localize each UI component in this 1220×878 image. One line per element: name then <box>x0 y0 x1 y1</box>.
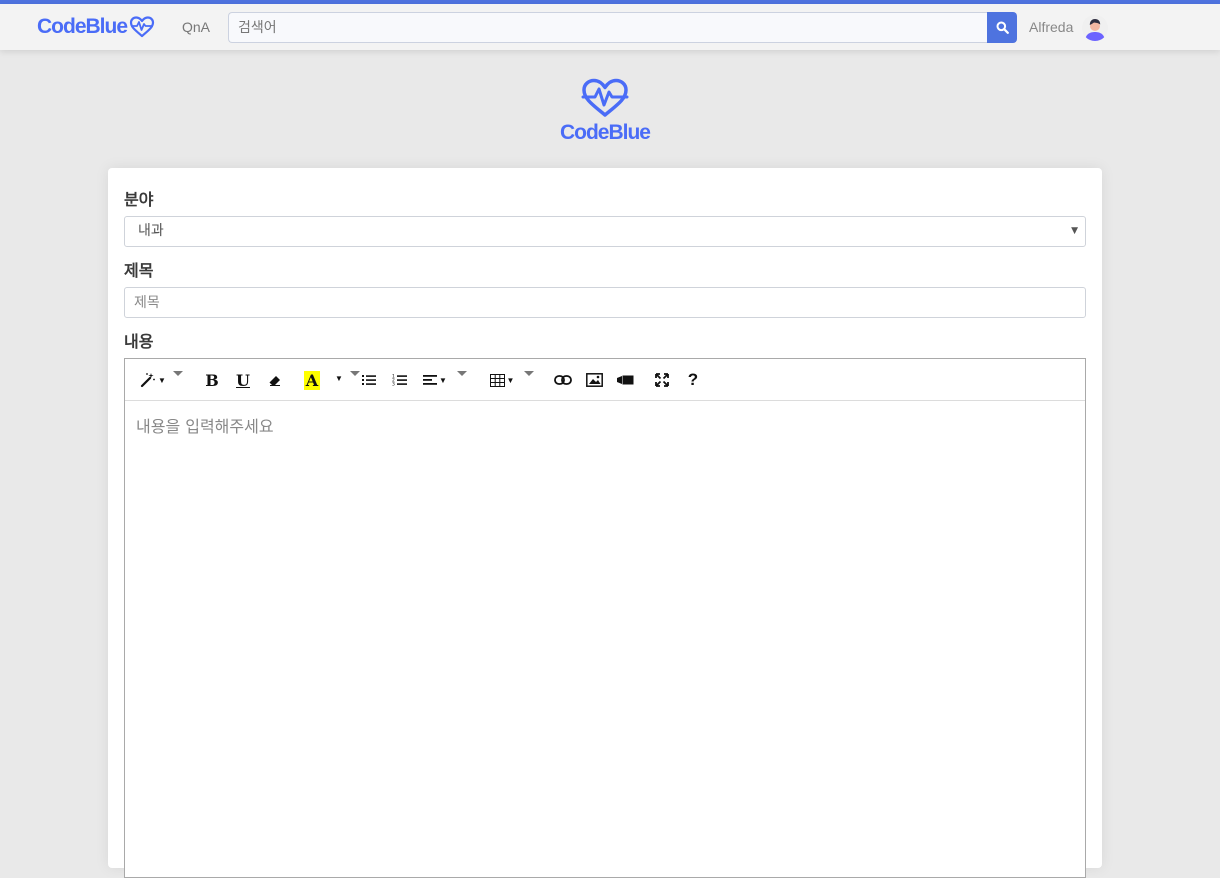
title-input[interactable] <box>124 287 1086 318</box>
fullscreen-icon <box>655 373 669 387</box>
underline-button[interactable]: U <box>234 369 252 391</box>
ordered-list-button[interactable]: 1 2 3 <box>391 369 409 391</box>
style-button[interactable]: ▼ <box>137 369 169 391</box>
table-icon <box>489 373 505 387</box>
brand-logo-link[interactable]: CodeBlue <box>37 15 155 39</box>
heartbeat-icon <box>129 16 155 38</box>
user-name[interactable]: Alfreda <box>1029 19 1073 35</box>
table-button[interactable]: ▼ <box>487 369 517 391</box>
bullet-list-icon <box>362 375 376 385</box>
nav-link-qna[interactable]: QnA <box>182 19 210 35</box>
highlight-text-icon: A <box>303 370 321 390</box>
search-button[interactable] <box>987 12 1017 43</box>
help-button[interactable]: ? <box>683 369 703 391</box>
chevron-down-icon: ▼ <box>506 375 515 385</box>
highlight-color-button[interactable]: A <box>303 369 321 391</box>
fullscreen-button[interactable] <box>652 369 672 391</box>
image-icon <box>585 373 603 387</box>
heartbeat-logo-icon <box>581 78 629 117</box>
clear-format-button[interactable] <box>266 369 284 391</box>
category-select[interactable]: 내과 ▼ <box>124 216 1086 247</box>
search-bar <box>228 12 1017 43</box>
category-label: 분야 <box>124 190 154 209</box>
align-button[interactable]: ▼ <box>421 369 449 391</box>
editor-toolbar: ▼ B U A ▼ 1 2 3 ▼ ▼ ? <box>125 359 1085 401</box>
dropdown-arrow-icon[interactable] <box>350 371 360 376</box>
chevron-down-icon: ▼ <box>439 375 447 385</box>
navbar: CodeBlue QnA Alfreda <box>0 4 1220 50</box>
unordered-list-button[interactable] <box>360 369 378 391</box>
title-label: 제목 <box>124 261 154 280</box>
insert-image-button[interactable] <box>584 369 604 391</box>
magic-wand-icon <box>140 373 155 388</box>
video-icon <box>616 375 633 385</box>
search-input[interactable] <box>228 12 987 43</box>
bold-button[interactable]: B <box>203 369 221 391</box>
editor-content-area[interactable]: 내용을 입력해주세요 <box>136 413 274 437</box>
numbered-list-icon: 1 2 3 <box>392 374 407 388</box>
svg-text:3: 3 <box>392 382 395 388</box>
chevron-down-icon: ▼ <box>1071 226 1078 236</box>
search-icon <box>996 21 1009 34</box>
hero-logo: CodeBlue <box>555 78 655 150</box>
brand-name: CodeBlue <box>37 15 128 38</box>
dropdown-arrow-icon[interactable] <box>524 371 534 376</box>
insert-link-button[interactable] <box>553 369 573 391</box>
content-label: 내용 <box>124 332 154 351</box>
user-avatar-icon <box>1085 19 1105 41</box>
category-selected-value: 내과 <box>138 223 164 239</box>
dropdown-arrow-icon[interactable] <box>457 371 467 376</box>
avatar[interactable] <box>1082 15 1108 41</box>
hero-brand-name: CodeBlue <box>559 121 651 144</box>
link-icon <box>554 375 572 385</box>
insert-video-button[interactable] <box>615 369 635 391</box>
rich-text-editor: ▼ B U A ▼ 1 2 3 ▼ ▼ ? 내용을 입력해주세요 <box>124 358 1086 878</box>
align-left-icon <box>423 375 438 385</box>
eraser-icon <box>269 376 280 386</box>
dropdown-arrow-icon[interactable] <box>173 371 183 376</box>
chevron-down-icon[interactable]: ▼ <box>335 374 343 383</box>
chevron-down-icon: ▼ <box>158 375 166 385</box>
question-form-card: 분야 내과 ▼ 제목 내용 ▼ B U <box>108 168 1102 878</box>
